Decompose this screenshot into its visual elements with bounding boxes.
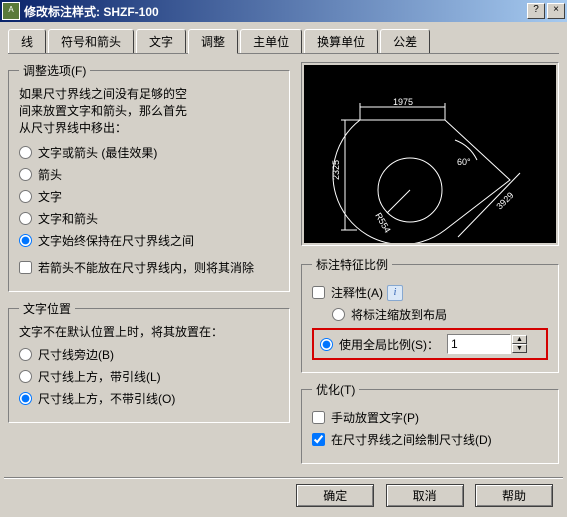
- scale-layout-radio[interactable]: [332, 308, 345, 321]
- ok-button[interactable]: 确定: [296, 484, 374, 507]
- fit-radio-arrows[interactable]: [19, 168, 32, 181]
- tuning-legend: 优化(T): [312, 381, 359, 398]
- fit-radio-always[interactable]: [19, 234, 32, 247]
- annotative-check[interactable]: [312, 286, 325, 299]
- button-bar: 确定 取消 帮助: [4, 477, 563, 507]
- tab-tol[interactable]: 公差: [380, 29, 430, 54]
- help-button[interactable]: ?: [527, 3, 545, 19]
- preview-panel: 1975 2325 R554 60° 3929: [301, 62, 559, 246]
- tab-text[interactable]: 文字: [136, 29, 186, 54]
- spin-up[interactable]: ▲: [512, 335, 527, 344]
- svg-text:3929: 3929: [494, 190, 515, 211]
- preview-drawing: 1975 2325 R554 60° 3929: [304, 65, 556, 243]
- fit-intro-3: 从尺寸界线中移出：: [19, 119, 279, 136]
- svg-text:60°: 60°: [457, 157, 471, 167]
- help-button-bottom[interactable]: 帮助: [475, 484, 553, 507]
- suppress-arrows-label: 若箭头不能放在尺寸界线内，则将其消除: [38, 259, 254, 276]
- scale-group: 标注特征比例 注释性(A)i 将标注缩放到布局 使用全局比例(S)： ▲▼: [301, 256, 559, 373]
- text-placement-intro: 文字不在默认位置上时，将其放置在：: [19, 323, 279, 340]
- spin-down[interactable]: ▼: [512, 344, 527, 353]
- manual-text-check[interactable]: [312, 411, 325, 424]
- tab-strip: 线 符号和箭头 文字 调整 主单位 换算单位 公差: [8, 28, 559, 54]
- scale-global-label: 使用全局比例(S)：: [339, 336, 439, 353]
- suppress-arrows-check[interactable]: [19, 261, 32, 274]
- fit-label-text: 文字: [38, 188, 62, 205]
- annotative-label: 注释性(A): [331, 284, 383, 301]
- tp-label-leader: 尺寸线上方，带引线(L): [38, 368, 161, 385]
- manual-text-label: 手动放置文字(P): [331, 409, 419, 426]
- tab-symbols[interactable]: 符号和箭头: [48, 29, 134, 54]
- fit-intro-2: 间来放置文字和箭头，那么首先: [19, 102, 279, 119]
- fit-label-always: 文字始终保持在尺寸界线之间: [38, 232, 194, 249]
- fit-radio-both[interactable]: [19, 212, 32, 225]
- scale-layout-label: 将标注缩放到布局: [351, 306, 447, 323]
- close-button[interactable]: ×: [547, 3, 565, 19]
- global-scale-highlight: 使用全局比例(S)： ▲▼: [312, 328, 548, 360]
- scale-global-radio[interactable]: [320, 338, 333, 351]
- tuning-group: 优化(T) 手动放置文字(P) 在尺寸界线之间绘制尺寸线(D): [301, 381, 559, 464]
- tp-radio-noleader[interactable]: [19, 392, 32, 405]
- fit-radio-text[interactable]: [19, 190, 32, 203]
- tp-label-noleader: 尺寸线上方，不带引线(O): [38, 390, 175, 407]
- scale-legend: 标注特征比例: [312, 256, 392, 273]
- scale-global-input[interactable]: [447, 334, 511, 354]
- title-bar: A 修改标注样式: SHZF-100 ? ×: [0, 0, 567, 22]
- cancel-button[interactable]: 取消: [386, 484, 464, 507]
- info-icon[interactable]: i: [387, 285, 403, 301]
- tab-alt[interactable]: 换算单位: [304, 29, 378, 54]
- tp-radio-beside[interactable]: [19, 348, 32, 361]
- tab-fit[interactable]: 调整: [188, 29, 238, 54]
- tab-lines[interactable]: 线: [8, 29, 46, 54]
- fit-label-either: 文字或箭头 (最佳效果): [38, 144, 157, 161]
- svg-text:1975: 1975: [393, 97, 413, 107]
- fit-radio-either[interactable]: [19, 146, 32, 159]
- svg-text:2325: 2325: [331, 160, 341, 180]
- fit-options-group: 调整选项(F) 如果尺寸界线之间没有足够的空 间来放置文字和箭头，那么首先 从尺…: [8, 62, 290, 292]
- fit-label-both: 文字和箭头: [38, 210, 98, 227]
- app-icon: A: [2, 2, 20, 20]
- dimline-label: 在尺寸界线之间绘制尺寸线(D): [331, 431, 492, 448]
- tp-label-beside: 尺寸线旁边(B): [38, 346, 114, 363]
- window-title: 修改标注样式: SHZF-100: [24, 3, 525, 20]
- tab-primary[interactable]: 主单位: [240, 29, 302, 54]
- fit-options-legend: 调整选项(F): [19, 62, 90, 79]
- dimline-check[interactable]: [312, 433, 325, 446]
- text-placement-legend: 文字位置: [19, 300, 75, 317]
- fit-label-arrows: 箭头: [38, 166, 62, 183]
- fit-intro-1: 如果尺寸界线之间没有足够的空: [19, 85, 279, 102]
- text-placement-group: 文字位置 文字不在默认位置上时，将其放置在： 尺寸线旁边(B) 尺寸线上方，带引…: [8, 300, 290, 423]
- tp-radio-leader[interactable]: [19, 370, 32, 383]
